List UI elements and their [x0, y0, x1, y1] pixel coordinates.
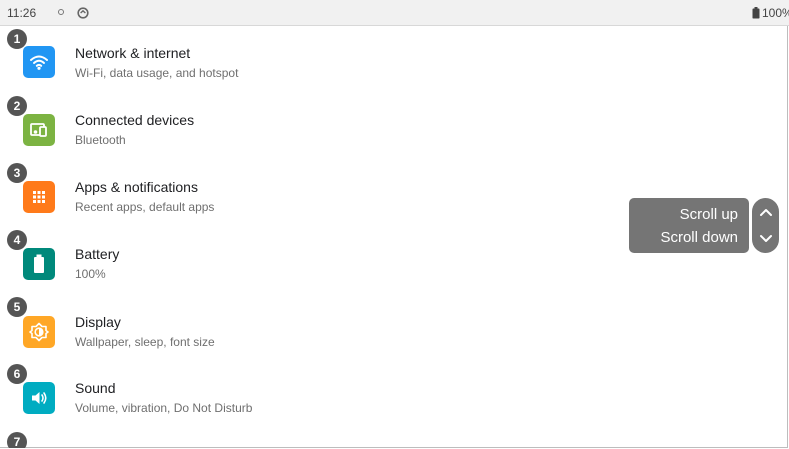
connected-devices-icon	[23, 114, 55, 146]
scroll-arrows	[752, 198, 779, 253]
chevron-down-icon[interactable]	[752, 225, 779, 252]
item-subtitle: Recent apps, default apps	[75, 200, 215, 214]
item-number-badge: 6	[7, 364, 27, 384]
settings-item-battery[interactable]: 4 Battery 100%	[0, 227, 600, 294]
settings-item-sound[interactable]: 6 Sound Volume, vibration, Do Not Distur…	[0, 361, 600, 428]
settings-item-display[interactable]: 5 Display Wallpaper, sleep, font size	[0, 294, 600, 361]
settings-item-connected-devices[interactable]: 2 Connected devices Bluetooth	[0, 93, 600, 160]
settings-item-apps[interactable]: 3 Apps & notifications Recent apps, defa…	[0, 160, 600, 227]
item-subtitle: Wallpaper, sleep, font size	[75, 335, 215, 349]
item-subtitle: 100%	[75, 267, 106, 281]
scroll-down-button[interactable]: Scroll down	[660, 229, 738, 246]
item-title: Sound	[75, 380, 116, 396]
item-number-badge: 4	[7, 230, 27, 250]
status-time: 11:26	[7, 6, 37, 20]
settings-item-7[interactable]: 7	[0, 428, 600, 448]
status-bar: 11:26 100%	[0, 0, 789, 26]
brightness-icon	[23, 316, 55, 348]
battery-percentage: 100%	[762, 6, 789, 20]
battery-icon	[752, 6, 760, 19]
scroll-up-button[interactable]: Scroll up	[680, 206, 738, 223]
chevron-up-icon[interactable]	[752, 198, 779, 225]
volume-icon	[23, 382, 55, 414]
settings-item-network[interactable]: 1 Network & internet Wi-Fi, data usage, …	[0, 26, 600, 93]
sync-icon	[77, 6, 89, 19]
wifi-icon	[23, 46, 55, 78]
item-number-badge: 7	[7, 432, 27, 448]
apps-grid-icon	[23, 181, 55, 213]
item-number-badge: 2	[7, 96, 27, 116]
item-subtitle: Wi-Fi, data usage, and hotspot	[75, 66, 239, 80]
battery-icon	[23, 248, 55, 280]
scroll-controls-panel: Scroll up Scroll down	[629, 198, 749, 253]
item-number-badge: 3	[7, 163, 27, 183]
notification-dot-icon	[58, 9, 64, 15]
item-number-badge: 5	[7, 297, 27, 317]
item-title: Connected devices	[75, 112, 195, 128]
settings-list: 1 Network & internet Wi-Fi, data usage, …	[0, 26, 600, 448]
item-title: Display	[75, 314, 121, 330]
item-title: Battery	[75, 246, 120, 262]
item-subtitle: Volume, vibration, Do Not Disturb	[75, 401, 253, 415]
item-title: Apps & notifications	[75, 179, 198, 195]
item-subtitle: Bluetooth	[75, 133, 126, 147]
item-title: Network & internet	[75, 45, 191, 61]
